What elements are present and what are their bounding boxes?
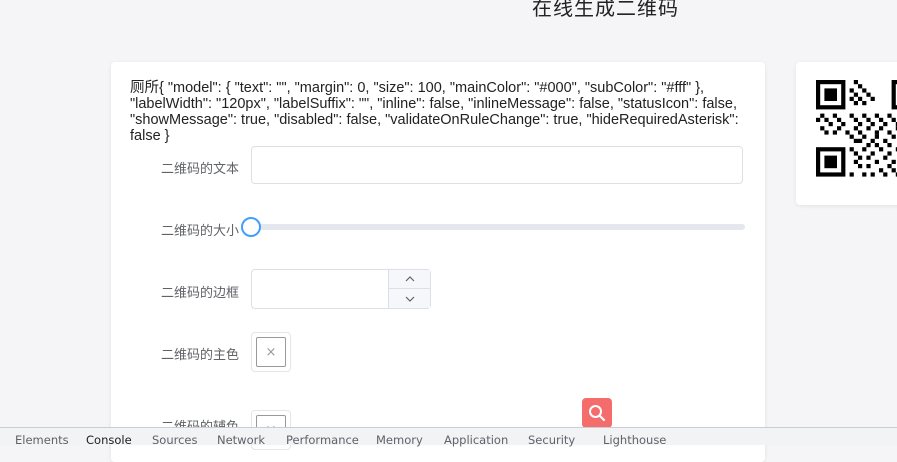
devtools-tab-sources[interactable]: Sources	[152, 433, 198, 447]
search-button[interactable]	[582, 398, 612, 428]
model-debug-text: 厕所{ "model": { "text": "", "margin": 0, …	[130, 80, 739, 144]
devtools-tab-lighthouse[interactable]: Lighthouse	[603, 433, 666, 447]
margin-label: 二维码的边框	[160, 286, 239, 301]
devtools-tab-application[interactable]: Application	[444, 433, 508, 447]
devtools-tab-performance[interactable]: Performance	[286, 433, 359, 447]
devtools-tab-elements[interactable]: Elements	[15, 433, 69, 447]
size-label: 二维码的大小	[160, 224, 239, 239]
search-icon	[589, 405, 606, 422]
size-slider-handle[interactable]	[241, 217, 261, 237]
margin-number-input	[251, 269, 431, 309]
main-color-label: 二维码的主色	[160, 348, 239, 363]
qr-text-input[interactable]	[251, 146, 743, 184]
increase-button[interactable]	[389, 270, 430, 289]
devtools-tab-memory[interactable]: Memory	[376, 433, 423, 447]
devtools-tab-network[interactable]: Network	[217, 433, 265, 447]
margin-stepper	[388, 270, 430, 308]
text-label: 二维码的文本	[160, 162, 239, 177]
decrease-button[interactable]	[389, 289, 430, 308]
qr-preview-card	[796, 62, 897, 205]
chevron-up-icon	[405, 276, 414, 282]
margin-input-field[interactable]	[252, 270, 389, 308]
size-slider-track[interactable]	[251, 224, 745, 230]
qr-form-card: 厕所{ "model": { "text": "", "margin": 0, …	[111, 62, 765, 462]
main-color-empty: ×	[256, 337, 286, 367]
qr-code-image	[816, 80, 897, 177]
devtools-tab-bar: Elements Console Sources Network Performance…	[0, 427, 897, 447]
page-title: 在线生成二维码	[532, 0, 679, 20]
chevron-down-icon	[405, 296, 414, 302]
devtools-tab-security[interactable]: Security	[528, 433, 575, 447]
devtools-tab-console[interactable]: Console	[86, 433, 132, 447]
main-color-picker[interactable]: ×	[251, 332, 291, 372]
